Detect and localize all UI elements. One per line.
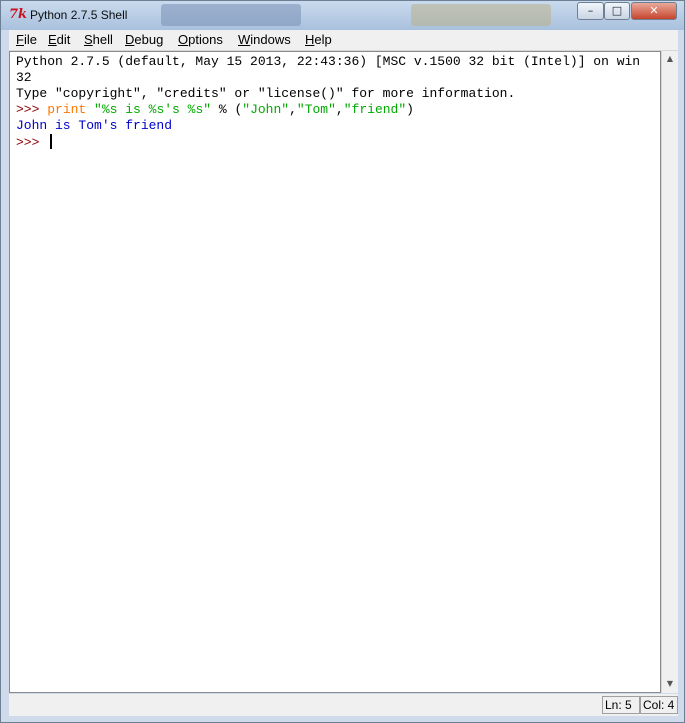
maximize-button[interactable]: □: [604, 2, 630, 20]
paren-token: ): [406, 102, 414, 117]
column-number-status: Col: 4: [640, 696, 678, 714]
menu-options[interactable]: Options: [178, 32, 223, 47]
idle-shell-window: 7k Python 2.7.5 Shell – □ ✕ File Edit Sh…: [0, 0, 685, 723]
string-token: "%s is %s's %s": [86, 102, 212, 117]
banner-line: 32: [16, 70, 32, 85]
menu-file[interactable]: File: [16, 32, 37, 47]
menu-shell[interactable]: Shell: [84, 32, 113, 47]
string-token: "John": [242, 102, 290, 117]
shell-text-area[interactable]: Python 2.7.5 (default, May 15 2013, 22:4…: [9, 51, 661, 693]
output-line: John is Tom's friend: [16, 118, 173, 133]
text-cursor: [50, 134, 53, 149]
status-bar: Ln: 5 Col: 4: [9, 694, 678, 716]
active-input-line[interactable]: >>>: [16, 134, 53, 151]
menu-edit[interactable]: Edit: [48, 32, 70, 47]
comma-token: ,: [335, 102, 344, 117]
shell-prompt: >>>: [16, 135, 48, 150]
shell-prompt: >>>: [16, 102, 48, 117]
banner-line: Type "copyright", "credits" or "license(…: [16, 86, 516, 101]
background-window-tab: [161, 4, 301, 26]
menu-debug[interactable]: Debug: [125, 32, 163, 47]
menu-bar: File Edit Shell Debug Options Windows He…: [9, 30, 678, 51]
scroll-down-arrow-icon[interactable]: ▼: [662, 676, 678, 692]
background-window-tab: [411, 4, 551, 26]
scroll-up-arrow-icon[interactable]: ▲: [662, 51, 678, 67]
menu-windows[interactable]: Windows: [238, 32, 291, 47]
banner-line: Python 2.7.5 (default, May 15 2013, 22:4…: [16, 54, 641, 69]
tk-app-icon: 7k: [9, 7, 28, 22]
line-number-status: Ln: 5: [602, 696, 640, 714]
string-token: "Tom": [296, 102, 336, 117]
vertical-scrollbar[interactable]: ▲ ▼: [661, 51, 678, 693]
title-bar[interactable]: 7k Python 2.7.5 Shell – □ ✕: [1, 1, 684, 30]
window-title: Python 2.7.5 Shell: [30, 8, 128, 22]
menu-help[interactable]: Help: [305, 32, 332, 47]
input-line: >>> print "%s is %s's %s" % ("John","Tom…: [16, 102, 414, 118]
comma-token: ,: [289, 102, 297, 117]
operator-token: % (: [211, 102, 243, 117]
string-token: "friend": [343, 102, 407, 117]
minimize-button[interactable]: –: [577, 2, 604, 20]
close-button[interactable]: ✕: [631, 2, 677, 20]
keyword-token: print: [47, 102, 87, 117]
